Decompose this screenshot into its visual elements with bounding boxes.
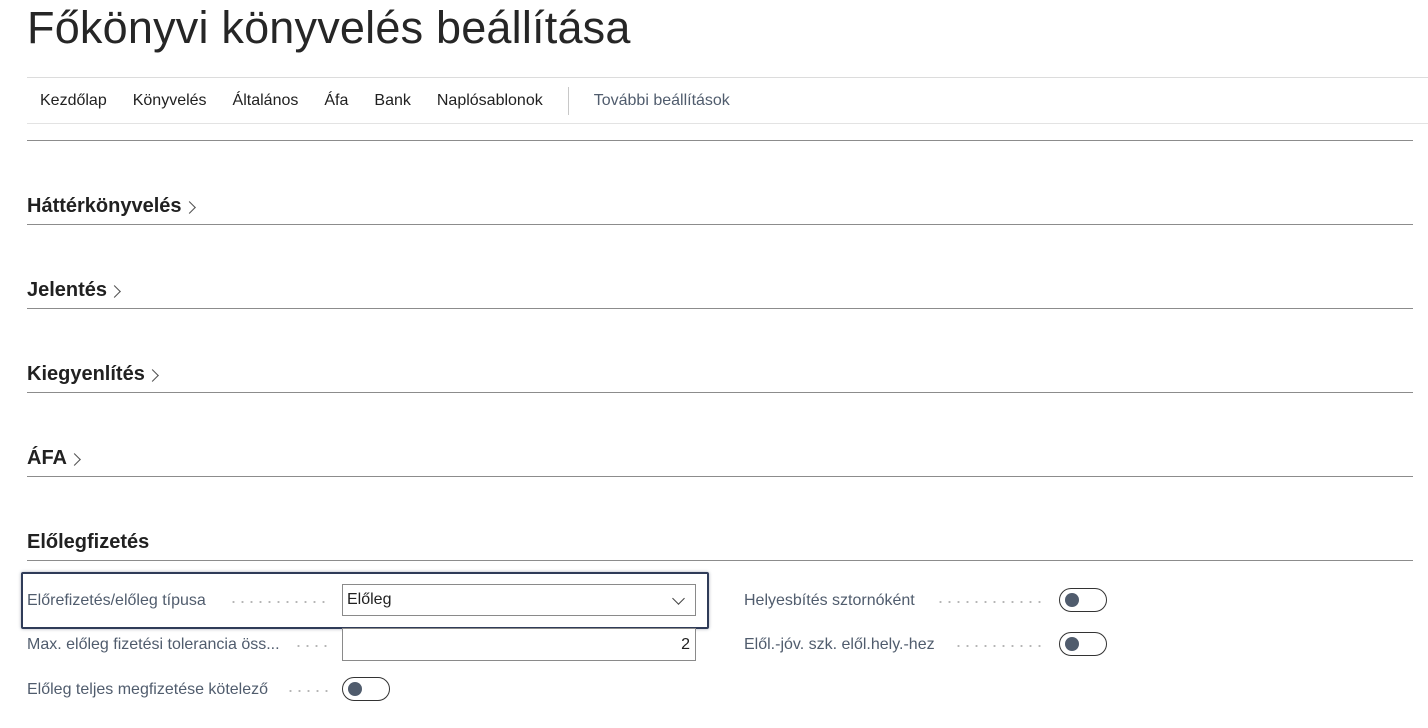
section-prepayment-title: Előlegfizetés (27, 531, 150, 553)
section-vat-title: ÁFA (27, 447, 67, 469)
section-application: Kiegyenlítés (27, 362, 1413, 393)
action-more-settings[interactable]: További beállítások (581, 92, 743, 110)
leader-dots (286, 690, 330, 692)
section-background-posting-title: Háttérkönyvelés (27, 195, 182, 217)
tolerance-label: Max. előleg fizetési tolerancia öss... (27, 636, 280, 653)
action-bar: Kezdőlap Könyvelés Általános Áfa Bank Na… (27, 77, 1428, 124)
chevron-right-icon (108, 285, 121, 298)
section-background-posting: Háttérkönyvelés (27, 194, 1413, 225)
chevron-right-icon (68, 453, 81, 466)
toggle-knob (1065, 593, 1079, 607)
tolerance-input[interactable]: 2 (342, 628, 696, 661)
leader-dots (954, 645, 1046, 647)
chevron-right-icon (182, 201, 196, 214)
section-reporting: Jelentés (27, 278, 1413, 309)
section-vat-header[interactable]: ÁFA (27, 447, 81, 470)
action-separator (567, 86, 569, 115)
page: Főkönyvi könyvelés beállítása Kezdőlap K… (0, 0, 1428, 728)
section-reporting-title: Jelentés (27, 279, 108, 301)
action-vat[interactable]: Áfa (311, 92, 361, 110)
section-application-header[interactable]: Kiegyenlítés (27, 363, 159, 386)
leader-dots (936, 601, 1046, 603)
page-title: Főkönyvi könyvelés beállítása (27, 2, 631, 53)
section-application-title: Kiegyenlítés (27, 363, 145, 385)
leader-dots (294, 645, 330, 647)
section-divider (27, 140, 1413, 141)
toggle-knob (348, 682, 362, 696)
correction-label: Helyesbítés sztornóként (744, 592, 915, 609)
toggle-knob (1065, 637, 1079, 651)
focus-highlight (21, 572, 709, 629)
section-vat: ÁFA (27, 446, 1413, 477)
credit-memo-toggle[interactable] (1059, 632, 1107, 656)
mandatory-label: Előleg teljes megfizetése kötelező (27, 681, 269, 698)
action-bank[interactable]: Bank (361, 92, 423, 110)
mandatory-toggle[interactable] (342, 677, 390, 701)
action-journal-templates[interactable]: Naplósablonok (424, 92, 556, 110)
chevron-right-icon (145, 369, 159, 382)
section-reporting-header[interactable]: Jelentés (27, 279, 121, 302)
correction-toggle[interactable] (1059, 588, 1107, 612)
section-background-posting-header[interactable]: Háttérkönyvelés (27, 195, 196, 218)
action-home[interactable]: Kezdőlap (27, 92, 120, 110)
section-prepayment-header[interactable]: Előlegfizetés (27, 531, 149, 554)
section-prepayment: Előlegfizetés (27, 530, 1413, 561)
action-general[interactable]: Általános (220, 92, 312, 110)
credit-memo-label: Elől.-jóv. szk. elől.hely.-hez (744, 636, 935, 653)
action-posting[interactable]: Könyvelés (120, 92, 220, 110)
